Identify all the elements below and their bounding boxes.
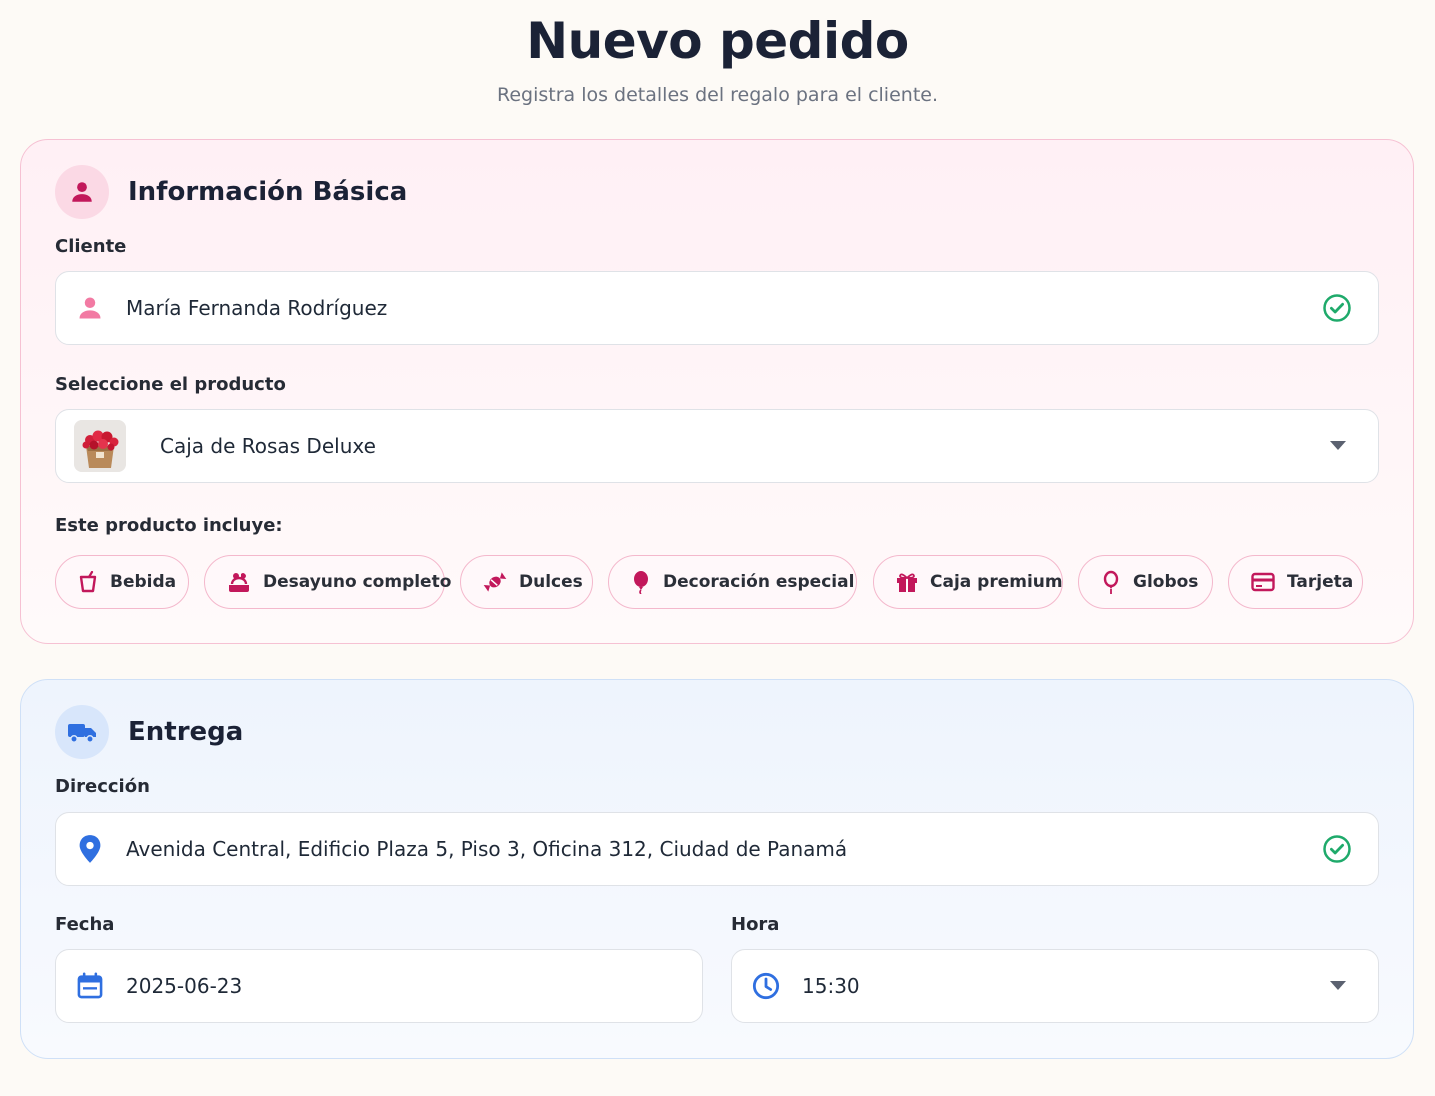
truck-icon (55, 705, 109, 759)
product-thumbnail (74, 420, 126, 472)
delivery-header: Entrega (55, 704, 243, 760)
check-circle-icon (1322, 834, 1352, 864)
calendar-icon (76, 972, 104, 1000)
user-icon (76, 294, 104, 322)
user-icon (55, 165, 109, 219)
gift-icon (896, 571, 918, 593)
chevron-down-icon (1330, 441, 1346, 451)
balloon-icon (631, 570, 651, 594)
include-chip: Caja premium (873, 555, 1063, 609)
basic-info-card: Información Básica Cliente María Fernand… (20, 139, 1414, 644)
rose-box-image (74, 420, 126, 472)
client-input[interactable]: María Fernanda Rodríguez (55, 271, 1379, 345)
chevron-down-icon (1330, 981, 1346, 991)
include-chip: Globos (1078, 555, 1213, 609)
location-pin-icon (76, 834, 104, 864)
candy-icon (483, 571, 507, 593)
balloon-outline-icon (1101, 570, 1121, 594)
date-input[interactable]: 2025-06-23 (55, 949, 703, 1023)
include-chip: Decoración especial (608, 555, 857, 609)
clock-icon (752, 972, 780, 1000)
basic-info-title: Información Básica (128, 177, 408, 207)
product-label: Seleccione el producto (55, 374, 286, 395)
address-value: Avenida Central, Edificio Plaza 5, Piso … (126, 837, 848, 861)
cup-icon (78, 571, 98, 593)
time-value: 15:30 (802, 974, 860, 998)
breakfast-icon (227, 571, 251, 593)
client-label: Cliente (55, 236, 127, 257)
includes-label: Este producto incluye: (55, 515, 283, 536)
basic-info-header: Información Básica (55, 164, 407, 220)
include-chip: Tarjeta (1228, 555, 1363, 609)
product-select[interactable]: Caja de Rosas Deluxe (55, 409, 1379, 483)
page-title: Nuevo pedido (526, 12, 909, 70)
include-chip: Desayuno completo (204, 555, 451, 609)
include-chip: Dulces (460, 555, 593, 609)
page-subtitle: Registra los detalles del regalo para el… (496, 84, 938, 106)
address-label: Dirección (55, 776, 150, 797)
client-value: María Fernanda Rodríguez (126, 296, 388, 320)
date-value: 2025-06-23 (126, 974, 243, 998)
card-icon (1251, 572, 1275, 592)
time-label: Hora (731, 914, 780, 935)
time-select[interactable]: 15:30 (731, 949, 1379, 1023)
page-header: Nuevo pedido Registra los detalles del r… (0, 10, 1435, 106)
delivery-card: Entrega Dirección Avenida Central, Edifi… (20, 679, 1414, 1059)
product-value: Caja de Rosas Deluxe (160, 434, 376, 458)
check-circle-icon (1322, 293, 1352, 323)
include-chip: Bebida (55, 555, 189, 609)
address-input[interactable]: Avenida Central, Edificio Plaza 5, Piso … (55, 812, 1379, 886)
delivery-title: Entrega (128, 717, 244, 747)
date-label: Fecha (55, 914, 115, 935)
